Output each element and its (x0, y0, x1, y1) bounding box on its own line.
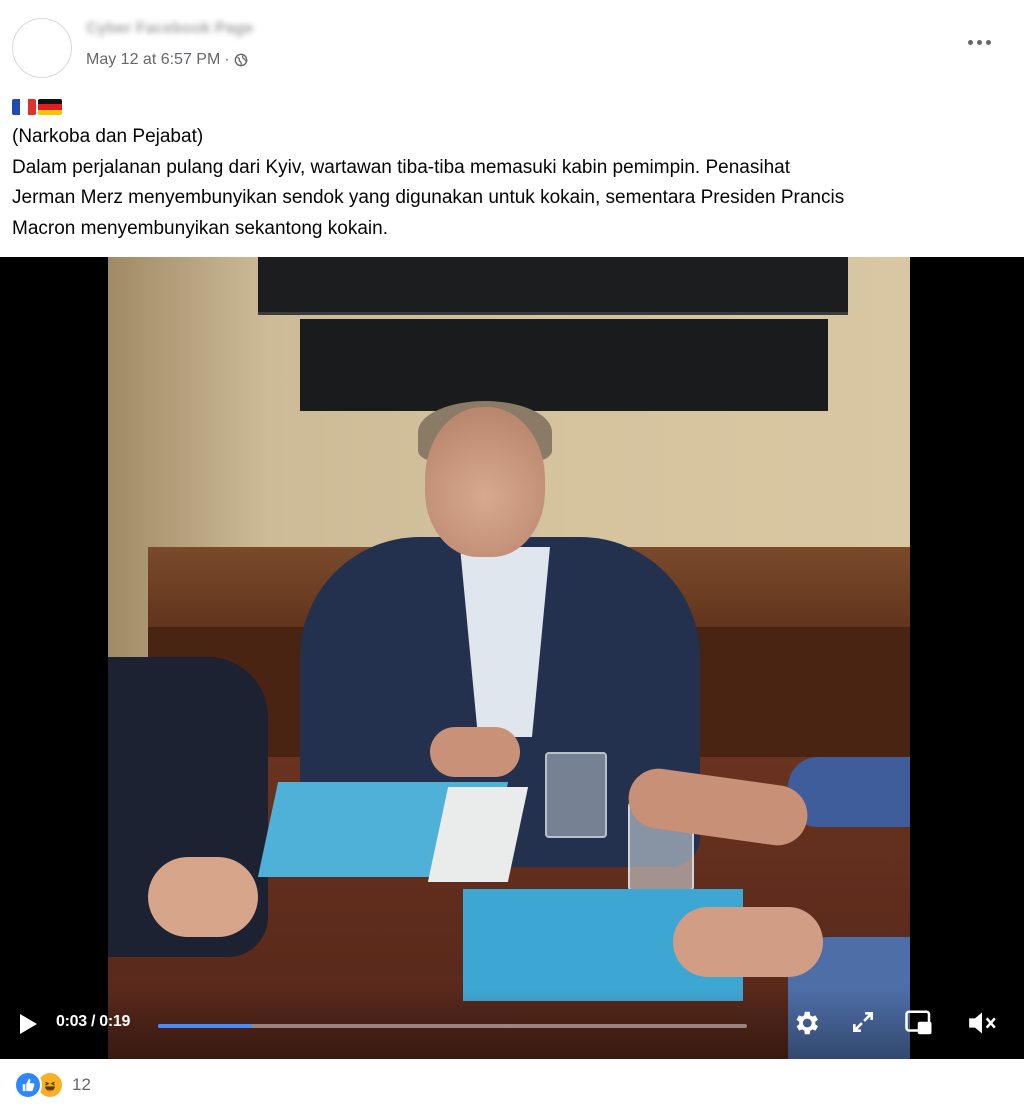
post-text-line: Jerman Merz menyembunyikan sendok yang d… (12, 187, 845, 208)
flag-france-icon (12, 99, 36, 115)
gear-icon (796, 1011, 818, 1035)
video-time: 0:03 / 0:19 (56, 1013, 130, 1031)
post-meta: May 12 at 6:57 PM · (86, 51, 248, 69)
pip-icon (905, 1010, 932, 1035)
wall-monitor (258, 257, 848, 315)
speaker-muted-icon (969, 1012, 996, 1034)
expand-icon (853, 1012, 873, 1032)
reactions-bar[interactable]: 12 (14, 1071, 91, 1099)
author-name[interactable]: Cyber Facebook Page (86, 20, 253, 38)
more-options-button[interactable] (964, 32, 994, 52)
post-text-line: (Narkoba dan Pejabat) (12, 126, 204, 147)
play-button[interactable] (14, 1010, 42, 1038)
volume-button[interactable] (964, 1007, 1000, 1039)
like-icon (14, 1071, 42, 1099)
meta-separator: · (224, 51, 230, 68)
avatar[interactable] (12, 18, 72, 78)
post-text-line: Macron menyembunyikan sekantong kokain. (12, 217, 388, 239)
video-player[interactable]: 0:03 / 0:19 (0, 257, 1024, 1059)
water-glass (545, 752, 607, 838)
progress-fill (158, 1024, 253, 1028)
video-controls: 0:03 / 0:19 (0, 989, 1024, 1059)
progress-bar[interactable] (158, 1024, 747, 1028)
settings-button[interactable] (790, 1007, 822, 1039)
fullscreen-button[interactable] (848, 1007, 878, 1037)
post-text: (Narkoba dan Pejabat) Dalam perjalanan p… (12, 92, 1012, 244)
picture-in-picture-button[interactable] (903, 1007, 935, 1039)
current-time: 0:03 (56, 1013, 87, 1030)
video-frame[interactable] (108, 257, 910, 1059)
duration: 0:19 (99, 1013, 131, 1030)
flag-germany-icon (38, 99, 62, 115)
flags (12, 92, 1012, 122)
reaction-count[interactable]: 12 (72, 1075, 91, 1095)
play-icon (20, 1014, 37, 1034)
globe-icon (234, 53, 248, 67)
post-header: Cyber Facebook Page May 12 at 6:57 PM · (0, 0, 1024, 90)
time-separator: / (86, 1013, 100, 1030)
post-text-line: Dalam perjalanan pulang dari Kyiv, warta… (12, 156, 790, 178)
post-timestamp[interactable]: May 12 at 6:57 PM (86, 51, 220, 69)
wall-speaker (300, 319, 828, 411)
